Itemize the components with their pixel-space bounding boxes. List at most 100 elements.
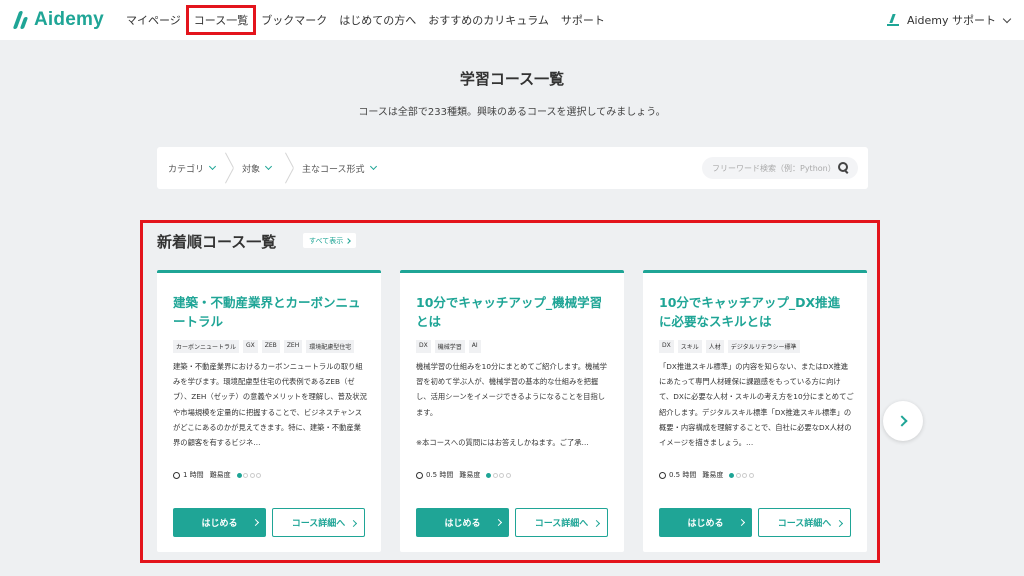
course-detail-button[interactable]: コース詳細へ — [272, 508, 365, 537]
difficulty-dot — [492, 472, 498, 478]
logo-text: Aidemy — [34, 9, 104, 30]
difficulty-dot — [748, 472, 754, 478]
filter-target[interactable]: 対象 — [242, 147, 273, 189]
search-icon[interactable] — [838, 162, 848, 172]
nav-support[interactable]: サポート — [561, 12, 605, 28]
difficulty-label: 難易度 — [459, 471, 481, 479]
start-button-label: はじめる — [687, 519, 724, 529]
start-button-label: はじめる — [201, 519, 238, 529]
filter-divider — [285, 153, 299, 183]
chevron-right-icon — [494, 518, 503, 527]
difficulty-dot — [236, 472, 242, 478]
filter-format[interactable]: 主なコース形式 — [302, 147, 377, 189]
course-meta: 0.5 時間 難易度 — [659, 470, 754, 480]
page-subtitle: コースは全部で233種類。興味のあるコースを選択してみましょう。 — [358, 107, 666, 118]
difficulty-dot — [249, 472, 255, 478]
course-card[interactable]: 建築・不動産業界とカーボンニュートラル カーボンニュートラル GX ZEB ZE… — [157, 270, 381, 552]
course-tag: デジタルリテラシー標準 — [727, 340, 800, 353]
nav-mypage[interactable]: マイページ — [126, 12, 181, 28]
course-meta: 1 時間 難易度 — [173, 470, 262, 480]
account-logo-icon — [886, 14, 899, 26]
start-button[interactable]: はじめる — [173, 508, 266, 537]
nav-beginners[interactable]: はじめての方へ — [339, 12, 416, 28]
difficulty-dot — [256, 472, 262, 478]
course-tag: 人材 — [705, 340, 724, 353]
filter-divider — [225, 153, 239, 183]
aidemy-logo[interactable]: Aidemy — [12, 9, 104, 31]
difficulty-rating — [486, 472, 511, 478]
show-all-label: すべて表示 — [309, 236, 344, 245]
course-tags: カーボンニュートラル GX ZEB ZEH 環境配慮型住宅 — [173, 340, 355, 353]
course-description: 建築・不動産業界におけるカーボンニュートラルの取り組みを学びます。環境配慮型住宅… — [173, 362, 367, 448]
chevron-right-icon — [592, 519, 601, 528]
nav-course-list[interactable]: コース一覧 — [185, 5, 257, 35]
nav-recommended-curriculum[interactable]: おすすめのカリキュラム — [428, 12, 549, 28]
course-tags: DX 機械学習 AI — [416, 340, 481, 353]
course-tag: AI — [468, 340, 481, 353]
difficulty-dot — [735, 472, 741, 478]
difficulty-dot — [729, 472, 735, 478]
chevron-down-icon — [369, 162, 377, 171]
course-tag: カーボンニュートラル — [173, 340, 240, 353]
course-detail-button[interactable]: コース詳細へ — [758, 508, 851, 537]
nav-bookmark[interactable]: ブックマーク — [261, 12, 327, 28]
course-time: 1 時間 — [183, 471, 204, 479]
page-title: 学習コース一覧 — [459, 70, 565, 88]
chevron-right-icon — [737, 518, 746, 527]
course-tag: GX — [243, 340, 258, 353]
difficulty-dot — [742, 472, 748, 478]
section-title: 新着順コース一覧 — [157, 233, 277, 251]
main-nav: マイページ コース一覧 ブックマーク はじめての方へ おすすめのカリキュラム サ… — [126, 0, 617, 40]
account-menu[interactable]: Aidemy サポート — [886, 0, 1012, 40]
chevron-down-icon — [264, 162, 273, 171]
chevron-down-icon — [208, 162, 217, 171]
course-description: 機械学習の仕組みを10分にまとめてご紹介します。機械学習を初めて学ぶ人が、機械学… — [416, 362, 607, 448]
course-meta: 0.5 時間 難易度 — [416, 470, 511, 480]
course-title[interactable]: 建築・不動産業界とカーボンニュートラル — [173, 293, 363, 331]
account-name: Aidemy サポート — [906, 14, 996, 27]
filter-bar: カテゴリ 対象 主なコース形式 — [157, 147, 868, 189]
course-tag: DX — [416, 340, 431, 353]
course-tag: ZEB — [261, 340, 280, 353]
detail-button-label: コース詳細へ — [291, 519, 346, 529]
course-card[interactable]: 10分でキャッチアップ_機械学習とは DX 機械学習 AI 機械学習の仕組みを1… — [400, 270, 624, 552]
chevron-down-icon — [1002, 14, 1012, 23]
course-title[interactable]: 10分でキャッチアップ_機械学習とは — [416, 293, 606, 331]
course-tag: 機械学習 — [434, 340, 465, 353]
chevron-right-icon — [345, 237, 352, 244]
start-button[interactable]: はじめる — [659, 508, 752, 537]
filter-category[interactable]: カテゴリ — [168, 147, 217, 189]
filter-format-label: 主なコース形式 — [302, 164, 365, 175]
filter-category-label: カテゴリ — [168, 164, 205, 175]
top-header: Aidemy マイページ コース一覧 ブックマーク はじめての方へ おすすめのカ… — [0, 0, 1024, 40]
difficulty-label: 難易度 — [702, 471, 724, 479]
filter-target-label: 対象 — [242, 164, 261, 175]
chevron-right-icon — [835, 519, 844, 528]
difficulty-dot — [243, 472, 249, 478]
difficulty-dot — [505, 472, 511, 478]
course-tags: DX スキル 人材 デジタルリテラシー標準 — [659, 340, 800, 353]
course-description: 「DX推進スキル標準」の内容を知らない、またはDX推進にあたって専門人材確保に課… — [659, 362, 854, 448]
difficulty-dot — [499, 472, 505, 478]
chevron-right-icon — [349, 519, 358, 528]
difficulty-label: 難易度 — [209, 471, 231, 479]
course-card[interactable]: 10分でキャッチアップ_DX推進に必要なスキルとは DX スキル 人材 デジタル… — [643, 270, 867, 552]
logo-mark-icon — [12, 9, 30, 31]
search-input[interactable] — [712, 157, 832, 179]
course-tag: スキル — [677, 340, 702, 353]
course-tag: ZEH — [283, 340, 303, 353]
clock-icon — [659, 471, 666, 479]
difficulty-dot — [486, 472, 492, 478]
clock-icon — [173, 471, 180, 479]
start-button[interactable]: はじめる — [416, 508, 509, 537]
course-detail-button[interactable]: コース詳細へ — [515, 508, 608, 537]
start-button-label: はじめる — [444, 519, 481, 529]
course-title[interactable]: 10分でキャッチアップ_DX推進に必要なスキルとは — [659, 293, 849, 331]
detail-button-label: コース詳細へ — [534, 519, 589, 529]
carousel-next-button[interactable] — [883, 401, 923, 441]
chevron-right-icon — [251, 518, 260, 527]
clock-icon — [416, 471, 423, 479]
detail-button-label: コース詳細へ — [777, 519, 832, 529]
show-all-button[interactable]: すべて表示 — [303, 233, 357, 248]
difficulty-rating — [729, 472, 754, 478]
